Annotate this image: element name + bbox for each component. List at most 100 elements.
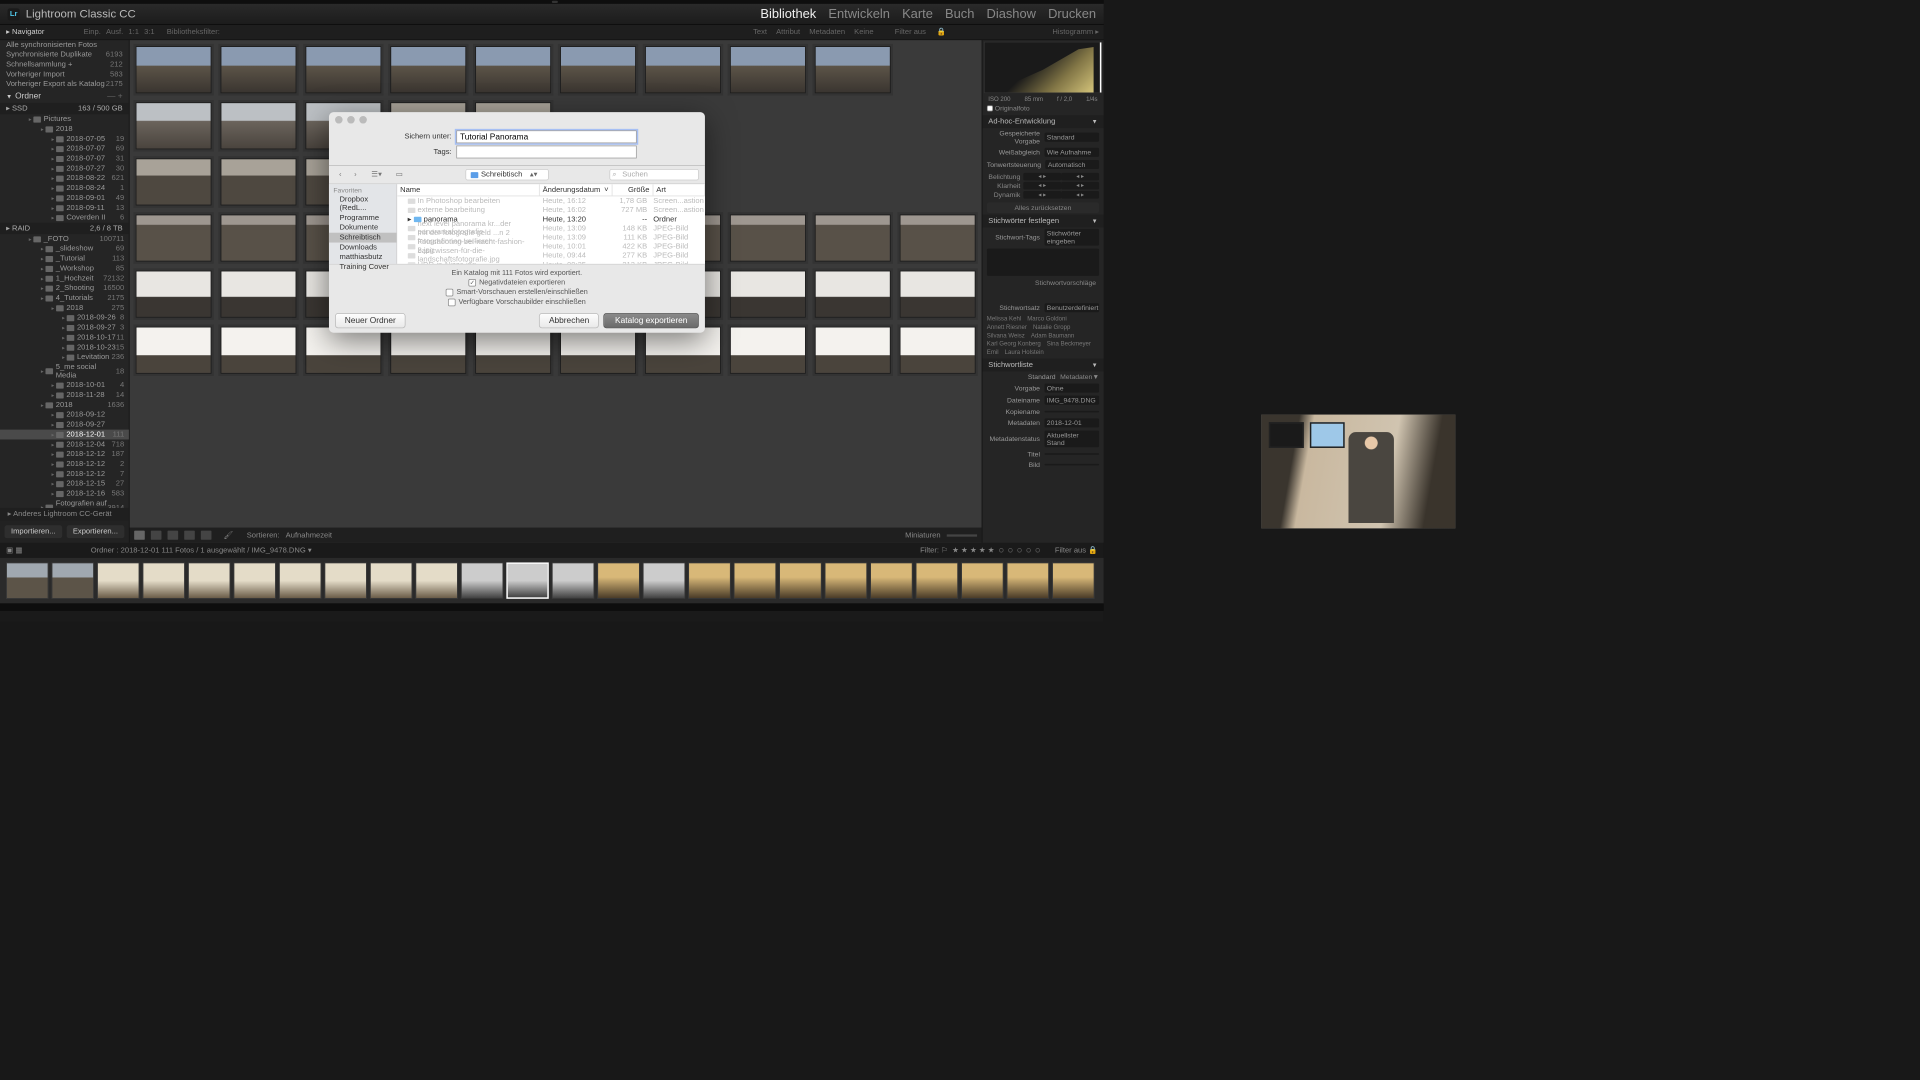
filmstrip-thumbnail[interactable] <box>52 562 94 598</box>
module-karte[interactable]: Karte <box>902 6 933 21</box>
metadata-value[interactable]: IMG_9478.DNG <box>1045 396 1100 405</box>
filter-preset[interactable]: Filter aus <box>895 28 926 36</box>
folder-item[interactable]: ▸_Workshop85 <box>0 264 129 274</box>
people-view-icon[interactable] <box>201 531 212 540</box>
metadata-value[interactable]: Aktuellster Stand <box>1045 431 1100 448</box>
folder-item[interactable]: ▸Pictures <box>0 114 129 124</box>
filmstrip-thumbnail[interactable] <box>506 562 548 598</box>
filmstrip-thumbnail[interactable] <box>324 562 366 598</box>
save-as-input[interactable] <box>456 130 636 143</box>
grid-thumbnail[interactable] <box>815 46 891 93</box>
keyword-suggestion[interactable]: Natalie Gropp <box>1033 324 1070 331</box>
favorite-item[interactable]: Schreibtisch <box>329 233 396 243</box>
collection-item[interactable]: Vorheriger Export als Katalog2175 <box>0 80 129 90</box>
folder-item[interactable]: ▸2018-12-1527 <box>0 479 129 489</box>
filmstrip-thumbnail[interactable] <box>1007 562 1049 598</box>
grid-thumbnail[interactable] <box>645 327 721 374</box>
folder-item[interactable]: ▸2018-08-241 <box>0 183 129 193</box>
filmstrip-thumbnail[interactable] <box>188 562 230 598</box>
tags-input[interactable] <box>456 146 636 159</box>
keyword-suggestion[interactable]: Sina Beckmeyer <box>1047 340 1091 347</box>
folder-item[interactable]: ▸_FOTO100711 <box>0 234 129 244</box>
zoom-icon[interactable] <box>359 116 367 124</box>
reset-all-button[interactable]: Alles zurücksetzen <box>987 202 1099 213</box>
grid-thumbnail[interactable] <box>560 327 636 374</box>
folder-item[interactable]: ▸2018-12-04718 <box>0 440 129 450</box>
folder-item[interactable]: ▸2018-11-2814 <box>0 390 129 400</box>
module-entwickeln[interactable]: Entwickeln <box>828 6 890 21</box>
filter-opt[interactable]: Metadaten <box>809 28 845 36</box>
filmstrip-thumbnail[interactable] <box>643 562 685 598</box>
favorite-item[interactable]: Dropbox (RedL... <box>329 195 396 213</box>
metadata-value[interactable] <box>1045 453 1100 455</box>
flag-filter-icon[interactable]: ⚐ <box>941 546 948 554</box>
keyword-textarea[interactable] <box>987 249 1099 276</box>
grid-badge-icon[interactable]: ▦ <box>15 546 22 554</box>
file-row[interactable]: basicwissen-für-die-landschaftsfotografi… <box>397 251 705 260</box>
status-path[interactable]: Ordner : 2018-12-01 111 Fotos / 1 ausgew… <box>23 546 921 554</box>
opt-smart-previews-checkbox[interactable] <box>446 288 454 296</box>
filmstrip[interactable] <box>0 558 1104 603</box>
column-date[interactable]: Änderungsdatum ˅ <box>540 184 613 195</box>
grid-thumbnail[interactable] <box>136 102 212 149</box>
export-catalog-button[interactable]: Katalog exportieren <box>604 313 699 328</box>
painter-icon[interactable]: 🖌 <box>223 531 233 539</box>
survey-view-icon[interactable] <box>184 531 195 540</box>
module-bibliothek[interactable]: Bibliothek <box>760 6 816 21</box>
folder-item[interactable]: ▸_Tutorial113 <box>0 254 129 264</box>
compare-view-icon[interactable] <box>167 531 178 540</box>
grid-thumbnail[interactable] <box>136 215 212 262</box>
nav-zoom-opt[interactable]: Einp. <box>84 28 101 36</box>
other-devices[interactable]: ▸ Anderes Lightroom CC-Gerät <box>0 508 129 521</box>
drive-ssd[interactable]: ▸ SSD163 / 500 GB <box>0 103 129 114</box>
file-row[interactable]: HDR-in-Nizza.jpg Heute, 09:35 213 KB JPE… <box>397 260 705 264</box>
filmstrip-thumbnail[interactable] <box>870 562 912 598</box>
grid-thumbnail[interactable] <box>136 158 212 205</box>
folder-item[interactable]: ▸2018-09-268 <box>0 313 129 323</box>
folder-item[interactable]: ▸2018-09-273 <box>0 323 129 333</box>
grid-thumbnail[interactable] <box>390 327 466 374</box>
grid-thumbnail[interactable] <box>475 46 551 93</box>
folder-item[interactable]: ▸2018-09-1113 <box>0 203 129 213</box>
folder-item[interactable]: ▸5_me social Media18 <box>0 362 129 380</box>
grid-thumbnail[interactable] <box>560 46 636 93</box>
grid-thumbnail[interactable] <box>136 271 212 318</box>
folder-item[interactable]: ▸Coverden II6 <box>0 213 129 223</box>
folders-header[interactable]: ▼Ordner— + <box>0 89 129 103</box>
grid-thumbnail[interactable] <box>730 271 806 318</box>
folder-item[interactable]: ▸2018-10-014 <box>0 381 129 391</box>
new-folder-button[interactable]: Neuer Ordner <box>335 313 406 328</box>
filmstrip-thumbnail[interactable] <box>370 562 412 598</box>
sort-value[interactable]: Aufnahmezeit <box>286 531 332 539</box>
slider-value[interactable]: ◂ ▸ <box>1023 191 1061 199</box>
filmstrip-thumbnail[interactable] <box>779 562 821 598</box>
metadata-value[interactable] <box>1045 411 1100 413</box>
grid-thumbnail[interactable] <box>815 215 891 262</box>
folder-item[interactable]: ▸2018-12-12187 <box>0 449 129 459</box>
grid-thumbnail[interactable] <box>220 327 296 374</box>
histogram[interactable] <box>984 42 1102 94</box>
file-row[interactable]: externe bearbeitung Heute, 16:02 727 MB … <box>397 205 705 214</box>
grid-thumbnail[interactable] <box>730 46 806 93</box>
keyword-suggestion[interactable]: Emil <box>987 349 999 356</box>
grid-thumbnail[interactable] <box>390 46 466 93</box>
folder-item[interactable]: ▸Fotografien auf Reisen3914 <box>0 499 129 508</box>
folder-item[interactable]: ▸1_Hochzeit72132 <box>0 274 129 284</box>
folder-item[interactable]: ▸2018-12-127 <box>0 469 129 479</box>
module-drucken[interactable]: Drucken <box>1048 6 1096 21</box>
module-buch[interactable]: Buch <box>945 6 974 21</box>
keyword-set-dropdown[interactable]: Benutzerdefiniert <box>1045 303 1100 312</box>
nav-back-icon[interactable]: ‹ <box>335 169 346 180</box>
grid-thumbnail[interactable] <box>900 215 976 262</box>
column-name[interactable]: Name <box>397 184 540 195</box>
grid-thumbnail[interactable] <box>220 102 296 149</box>
cancel-button[interactable]: Abbrechen <box>539 313 599 328</box>
keyword-suggestion[interactable]: Melissa Kehl <box>987 315 1021 322</box>
filmstrip-thumbnail[interactable] <box>279 562 321 598</box>
thumbnail-size-slider[interactable] <box>947 534 977 536</box>
folder-item[interactable]: ▸2018-09-12 <box>0 410 129 420</box>
folder-item[interactable]: ▸2018-07-2730 <box>0 164 129 174</box>
filter-off-dropdown[interactable]: Filter aus <box>1055 546 1086 554</box>
grid-thumbnail[interactable] <box>220 271 296 318</box>
filmstrip-thumbnail[interactable] <box>916 562 958 598</box>
